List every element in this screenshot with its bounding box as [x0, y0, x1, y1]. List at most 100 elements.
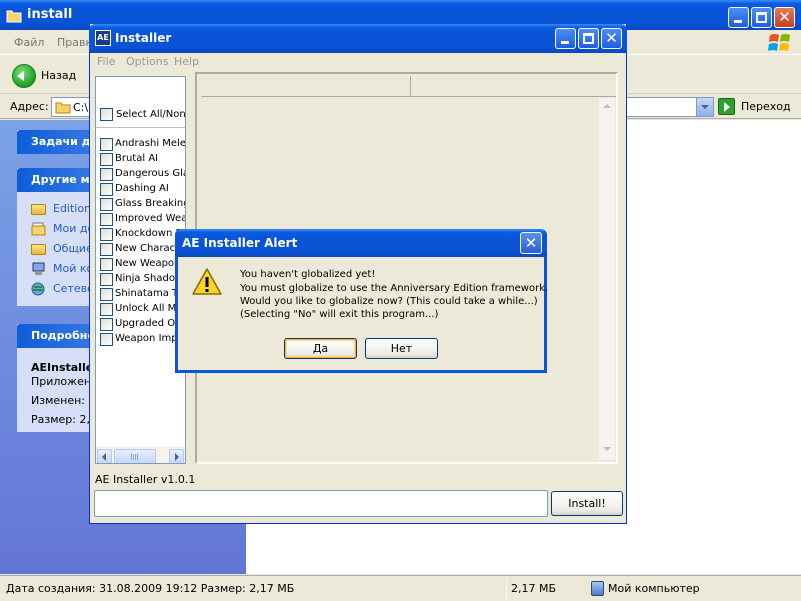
menu-file[interactable]: Файл: [14, 36, 44, 49]
mod-label: Glass Breaking: [115, 198, 186, 209]
back-arrow-icon: [12, 64, 36, 88]
mod-checkbox[interactable]: [100, 288, 113, 301]
mod-checkbox[interactable]: [100, 258, 113, 271]
list-divider: [96, 127, 185, 128]
go-arrow-icon: [718, 98, 735, 115]
go-button[interactable]: Переход: [718, 97, 798, 117]
status-size: 2,17 МБ: [506, 579, 586, 599]
version-label: AE Installer v1.0.1: [95, 473, 196, 486]
tasks-panel-title: Задачи д: [31, 135, 91, 148]
mod-label: Upgraded OM: [115, 318, 184, 329]
back-button[interactable]: Назад: [12, 64, 98, 88]
scroll-left-button[interactable]: [97, 449, 112, 463]
yes-button[interactable]: Да: [284, 338, 357, 359]
address-dropdown-button[interactable]: [696, 98, 713, 116]
mod-checkbox[interactable]: [100, 213, 113, 226]
details-modified: Изменен: 2: [31, 394, 96, 407]
mod-label: Brutal AI: [115, 153, 159, 164]
mod-checkbox[interactable]: [100, 138, 113, 151]
mod-checkbox[interactable]: [100, 228, 113, 241]
scroll-thumb[interactable]: [114, 449, 156, 463]
close-icon: ✕: [778, 8, 791, 26]
close-button[interactable]: ✕: [601, 28, 622, 49]
warning-icon: [191, 267, 223, 300]
maximize-icon: [583, 33, 594, 44]
maximize-button[interactable]: [751, 7, 772, 28]
alert-message-line: Would you like to globalize now? (This c…: [240, 296, 538, 307]
maximize-icon: [756, 12, 767, 23]
ae-app-icon: AE: [95, 30, 111, 46]
vertical-scrollbar[interactable]: [599, 98, 615, 460]
computer-icon: [31, 262, 46, 275]
menu-edit[interactable]: Правк: [57, 36, 92, 49]
folder-icon: [31, 202, 46, 215]
close-icon: ✕: [605, 29, 618, 47]
mod-checkbox[interactable]: [100, 273, 113, 286]
other-places-title: Другие ме: [31, 173, 98, 186]
mod-label: New Weapon: [115, 258, 181, 269]
mod-checkbox[interactable]: [100, 303, 113, 316]
maximize-button[interactable]: [578, 28, 599, 49]
scroll-up-button[interactable]: [600, 100, 614, 114]
mod-checkbox[interactable]: [100, 183, 113, 196]
address-value: C:\: [73, 101, 89, 114]
details-size: Размер: 2,1: [31, 413, 97, 426]
minimize-icon: [561, 41, 569, 44]
mod-label: Weapon Imp: [115, 333, 178, 344]
close-button[interactable]: ✕: [774, 7, 795, 28]
documents-icon: [31, 222, 46, 236]
install-button[interactable]: Install!: [551, 491, 623, 516]
mod-checkbox[interactable]: [100, 168, 113, 181]
mod-checkbox[interactable]: [100, 243, 113, 256]
status-created: Дата создания: 31.08.2009 19:12 Размер: …: [6, 582, 295, 595]
menu-options[interactable]: Options: [126, 55, 168, 68]
mod-label: Shinatama To: [115, 288, 183, 299]
folder-icon: [55, 101, 71, 117]
installer-menubar: File Options Help: [90, 53, 626, 73]
details-title: Подробно: [31, 329, 95, 342]
select-all-checkbox[interactable]: [100, 108, 113, 121]
mod-checkbox[interactable]: [100, 153, 113, 166]
folder-icon: [6, 9, 22, 26]
status-bar: Дата создания: 31.08.2009 19:12 Размер: …: [0, 575, 801, 601]
close-icon: ✕: [524, 234, 538, 252]
installer-titlebar[interactable]: AE Installer ✕: [89, 24, 627, 53]
alert-message-line: You haven't globalized yet!: [240, 269, 376, 280]
column-header[interactable]: [201, 76, 411, 96]
mod-label: Improved Wea: [115, 213, 186, 224]
mod-checkbox[interactable]: [100, 333, 113, 346]
list-header: [201, 76, 616, 97]
menu-help[interactable]: Help: [174, 55, 199, 68]
mod-label: Dangerous Gla: [115, 168, 186, 179]
back-label: Назад: [41, 69, 77, 82]
explorer-title: install: [27, 7, 73, 22]
minimize-button[interactable]: [728, 7, 749, 28]
installer-title: Installer: [115, 31, 172, 45]
alert-dialog: AE Installer Alert ✕ You haven't globali…: [175, 229, 549, 373]
alert-titlebar[interactable]: AE Installer Alert ✕: [175, 229, 547, 257]
minimize-button[interactable]: [555, 28, 576, 49]
scroll-right-button[interactable]: [169, 449, 184, 463]
alert-message-line: (Selecting "No" will exit this program..…: [240, 309, 439, 320]
mod-checklist: Select All/None Andrashi Melee Brutal AI D…: [95, 76, 186, 464]
select-all-label: Select All/None: [116, 109, 186, 120]
computer-icon: [591, 581, 604, 596]
mod-label: Unlock All Mo: [115, 303, 183, 314]
status-location: Мой компьютер: [608, 582, 700, 595]
go-label: Переход: [741, 100, 791, 113]
horizontal-scrollbar[interactable]: [96, 447, 185, 463]
alert-close-button[interactable]: ✕: [520, 232, 542, 254]
column-header[interactable]: [411, 76, 616, 96]
no-button[interactable]: Нет: [365, 338, 438, 359]
mod-checkbox[interactable]: [100, 198, 113, 211]
mod-label: Andrashi Melee: [115, 138, 186, 149]
scroll-down-button[interactable]: [600, 442, 614, 456]
mod-checkbox[interactable]: [100, 318, 113, 331]
address-label: Адрес:: [10, 100, 49, 113]
folder-icon: [31, 242, 46, 255]
path-input[interactable]: [94, 490, 548, 517]
alert-message-line: You must globalize to use the Anniversar…: [240, 283, 549, 294]
menu-file[interactable]: File: [97, 55, 115, 68]
details-filename: AEInstalle: [31, 361, 94, 374]
mod-label: Ninja Shadow: [115, 273, 184, 284]
